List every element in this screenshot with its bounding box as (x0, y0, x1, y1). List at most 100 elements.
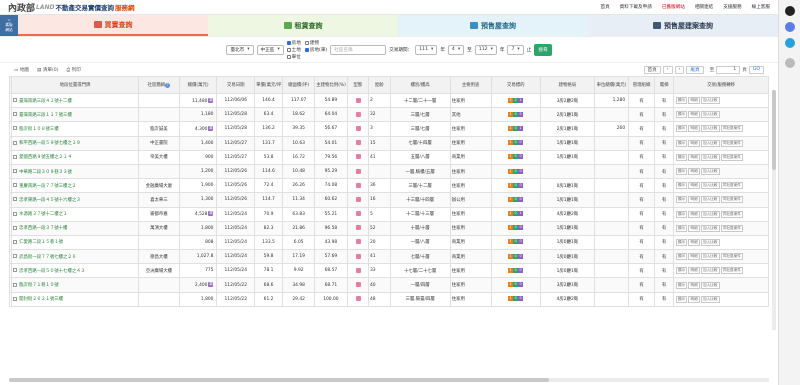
show-button[interactable]: 顯示 (675, 253, 688, 261)
city-select[interactable]: 臺北市 (226, 44, 254, 55)
address-cell[interactable]: 愛國西路９號五樓之２１４ (11, 149, 139, 165)
address-cell[interactable]: 武昌街一段７７號七樓之２６ (11, 249, 139, 265)
address-cell[interactable]: 臨沂街１０８號三樓 (11, 121, 139, 137)
show-button[interactable]: 顯示 (675, 295, 688, 303)
table-row[interactable]: 愛國西路９號五樓之２１４ 帝美大樓 900 112/05/27 53.8 16.72 79.… (8, 149, 769, 165)
go-button[interactable]: GO (748, 65, 764, 74)
last-page-button[interactable]: 尾頁 (686, 65, 704, 74)
prev-page-button[interactable]: ‹ (662, 65, 673, 74)
tab-presale[interactable]: 預售屋查詢 (398, 15, 588, 36)
table-row[interactable]: 臺灣南路三段４１號十二樓 11,480 車 112/06/06 146.4 117.07 5… (8, 92, 769, 109)
show-button[interactable]: 顯示 (675, 168, 688, 176)
address-cell[interactable]: 水源路３７號十二樓之１ (11, 206, 139, 222)
show-button[interactable]: 顯示 (675, 267, 688, 275)
table-row[interactable]: 中華路二段３０９巷３３號 1,200 112/05/26 114.6 10.48 95.2… (8, 163, 769, 180)
add-compare-button[interactable]: 加入比較 (700, 196, 720, 204)
table-row[interactable]: 重慶南路一段７７號三樓之２ 金融廣場大廈 1,900 112/05/26 72.4 26.… (8, 178, 769, 194)
address-cell[interactable]: 重慶南路一段７７號三樓之２ (11, 178, 139, 194)
row-checkbox[interactable] (13, 140, 18, 145)
same-community-button[interactable]: 同社區案件 (720, 139, 744, 147)
row-checkbox[interactable] (13, 225, 18, 230)
detail-button[interactable]: 明細 (688, 153, 700, 161)
address-cell[interactable]: 忠孝西路一段５０號十七樓之４３ (11, 263, 139, 279)
map-button[interactable]: ▭ 地圖 (14, 67, 29, 73)
row-checkbox[interactable] (13, 197, 18, 202)
detail-button[interactable]: 明細 (688, 253, 700, 261)
help-icon[interactable]: ? (165, 83, 171, 88)
month-to-select[interactable]: 7 (507, 44, 524, 55)
show-button[interactable]: 顯示 (675, 139, 688, 147)
first-page-button[interactable]: 首頁 (643, 65, 661, 74)
nav-download[interactable]: 資料下載及申請 (620, 4, 652, 10)
detail-button[interactable]: 明細 (688, 196, 700, 204)
district-select[interactable]: 中正區 (256, 44, 284, 55)
table-row[interactable]: 忠孝西路一段５０號十七樓之４３ 亞洲廣場大樓 775 112/05/24 78.1 9.9… (8, 263, 769, 279)
same-community-button[interactable]: 同社區案件 (720, 224, 744, 232)
add-compare-button[interactable]: 加入比較 (700, 295, 720, 303)
row-checkbox[interactable] (13, 169, 18, 174)
address-cell[interactable]: 開封街２６２１號三樓 (11, 291, 139, 307)
table-row[interactable]: 開封街２６２１號三樓 1,800 112/05/22 61.2 29.42 100.00 4… (8, 291, 769, 307)
checkbox-land-building[interactable]: 房地 (286, 40, 301, 46)
row-checkbox[interactable] (13, 154, 18, 159)
next-page-button[interactable]: › (674, 65, 685, 74)
row-checkbox[interactable] (13, 268, 18, 273)
address-cell[interactable]: 和平西路一段５９號七樓之１９ (11, 135, 139, 151)
add-compare-button[interactable]: 加入比較 (700, 125, 720, 133)
table-row[interactable]: 忠孝東路一段４５號十六樓之３ 喜太華三 1,300 112/05/26 114.7 11.… (8, 192, 769, 208)
table-row[interactable]: 武昌街一段７７號七樓之２６ 德昌大樓 1,027.8 112/05/24 59.8 17.… (8, 249, 769, 265)
table-row[interactable]: 臺灣南路三段１１７號三樓 1,180 112/05/28 63.4 18.62 64.04… (8, 107, 769, 123)
table-row[interactable]: 臨沂街１０８號三樓 臨沂誠美 4,300 車 112/05/28 136.2 39.35 56… (8, 121, 769, 137)
show-button[interactable]: 顯示 (675, 238, 688, 246)
list-button[interactable]: ▤ 清單(0) (37, 67, 59, 73)
search-button[interactable]: 搜尋 (534, 43, 552, 56)
show-button[interactable]: 顯示 (675, 196, 688, 204)
detail-button[interactable]: 明細 (688, 125, 700, 133)
table-row[interactable]: 臨沂街７１巷１０號 2,400 車 112/05/22 68.6 34.98 68.71 40… (8, 277, 769, 293)
table-row[interactable]: 和平西路一段５９號七樓之１９ 中正書院 1,400 112/05/27 131.7 10.… (8, 135, 769, 151)
show-button[interactable]: 顯示 (675, 97, 688, 105)
site-logo[interactable]: 內政部 LAND 不動產交易實價查詢 服務網 (8, 1, 134, 14)
detail-button[interactable]: 明細 (688, 267, 700, 275)
add-compare-button[interactable]: 加入比較 (700, 153, 720, 161)
detail-button[interactable]: 明細 (688, 210, 700, 218)
add-compare-button[interactable]: 加入比較 (700, 238, 720, 246)
year-from-select[interactable]: 111 (415, 44, 438, 55)
year-to-select[interactable]: 112 (474, 44, 497, 55)
row-checkbox[interactable] (13, 183, 18, 188)
checkbox-land[interactable]: 土地 (286, 47, 301, 53)
add-icon[interactable] (784, 58, 795, 68)
add-compare-button[interactable]: 加入比較 (700, 97, 720, 105)
row-checkbox[interactable] (13, 239, 18, 244)
print-button[interactable]: ⎙ 列印 (67, 67, 81, 73)
add-compare-button[interactable]: 加入比較 (700, 111, 720, 119)
table-row[interactable]: 仁愛路二段１５巷１號 808 112/05/24 133.5 6.05 43.98 20 一層… (8, 234, 769, 251)
add-compare-button[interactable]: 加入比較 (700, 168, 720, 176)
add-compare-button[interactable]: 加入比較 (700, 253, 720, 261)
telegram-icon[interactable] (784, 38, 795, 48)
detail-button[interactable]: 明細 (688, 111, 700, 119)
month-from-select[interactable]: 4 (447, 44, 465, 55)
row-checkbox[interactable] (13, 112, 18, 117)
horizontal-scrollbar[interactable] (9, 378, 769, 382)
tab-sale[interactable]: 買賣查詢 (18, 15, 208, 36)
tiktok-icon[interactable] (784, 6, 795, 16)
tab-rent[interactable]: 租賃查詢 (208, 15, 398, 36)
detail-button[interactable]: 明細 (688, 224, 700, 232)
show-button[interactable]: 顯示 (675, 224, 688, 232)
nav-home[interactable]: 首頁 (600, 4, 609, 10)
row-checkbox[interactable] (13, 98, 18, 103)
address-cell[interactable]: 臺灣南路三段１１７號三樓 (11, 107, 139, 123)
checkbox-land-building-parking[interactable]: 房地(車) (304, 47, 327, 53)
address-cell[interactable]: 臺灣南路三段４１號十二樓 (11, 92, 139, 109)
row-checkbox[interactable] (13, 282, 18, 287)
add-compare-button[interactable]: 加入比較 (700, 267, 720, 275)
nav-links[interactable]: 相關連結 (695, 4, 713, 10)
community-search-input[interactable]: 社區名稱 (330, 44, 387, 55)
checkbox-building[interactable]: 建物 (304, 40, 327, 46)
detail-button[interactable]: 明細 (688, 168, 700, 176)
same-community-button[interactable]: 同社區案件 (720, 153, 744, 161)
show-button[interactable]: 顯示 (675, 111, 688, 119)
address-cell[interactable]: 臨沂街７１巷１０號 (11, 277, 139, 293)
add-compare-button[interactable]: 加入比較 (700, 182, 720, 190)
